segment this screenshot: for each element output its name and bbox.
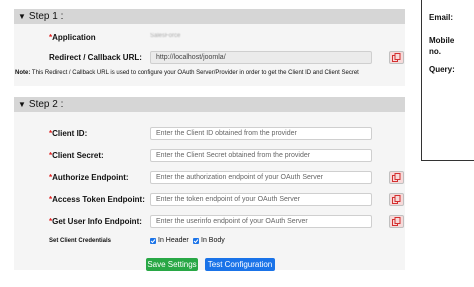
collapse-triangle-icon: ▼ — [18, 100, 26, 109]
copy-redirect-button[interactable] — [389, 51, 404, 64]
in-header-label: In Header — [158, 237, 189, 244]
copy-token-button[interactable] — [389, 193, 404, 206]
mobile-label: Mobile no. — [429, 36, 455, 56]
copy-authorize-button[interactable] — [389, 171, 404, 184]
authorize-endpoint-label: *Authorize Endpoint: — [49, 173, 129, 182]
copy-icon — [392, 53, 401, 62]
client-credentials-label: Set Client Credentials — [49, 238, 112, 244]
in-body-checkbox[interactable] — [193, 238, 199, 244]
token-endpoint-input[interactable]: Enter the token endpoint of your OAuth S… — [150, 193, 372, 206]
client-id-input[interactable]: Enter the Client ID obtained from the pr… — [150, 127, 372, 140]
redirect-note: Note: This Redirect / Callback URL is us… — [15, 70, 359, 76]
step1-title: Step 1 : — [28, 11, 64, 22]
query-label: Query: — [429, 65, 455, 74]
step1-header[interactable]: ▼ Step 1 : — [14, 9, 405, 24]
application-label: *Application — [49, 33, 96, 42]
copy-userinfo-button[interactable] — [389, 215, 404, 228]
in-body-label: In Body — [201, 237, 225, 244]
client-secret-input[interactable]: Enter the Client Secret obtained from th… — [150, 149, 372, 162]
authorize-endpoint-input[interactable]: Enter the authorization endpoint of your… — [150, 171, 372, 184]
step2-title: Step 2 : — [28, 99, 64, 110]
redirect-url-field[interactable]: http://localhost/joomla/ — [150, 51, 372, 64]
redirect-label: Redirect / Callback URL: — [49, 53, 142, 62]
userinfo-endpoint-input[interactable]: Enter the userinfo endpoint of your OAut… — [150, 215, 372, 228]
save-settings-button[interactable]: Save Settings — [146, 258, 198, 271]
sidebar-bottom-border — [421, 160, 474, 161]
client-secret-label: *Client Secret: — [49, 151, 104, 160]
copy-icon — [392, 195, 401, 204]
collapse-triangle-icon: ▼ — [18, 12, 26, 21]
sidebar-left-border — [421, 0, 422, 160]
in-header-checkbox[interactable] — [150, 238, 156, 244]
copy-icon — [392, 217, 401, 226]
client-id-label: *Client ID: — [49, 129, 88, 138]
checkmark-icon — [150, 239, 156, 244]
checkmark-icon — [193, 239, 199, 244]
userinfo-endpoint-label: *Get User Info Endpoint: — [49, 217, 142, 226]
step2-header[interactable]: ▼ Step 2 : — [14, 97, 405, 112]
copy-icon — [392, 173, 401, 182]
token-endpoint-label: *Access Token Endpoint: — [49, 195, 145, 204]
test-configuration-button[interactable]: Test Configuration — [205, 258, 275, 271]
email-label: Email: — [429, 13, 454, 22]
application-value: SalesForce — [150, 33, 181, 39]
